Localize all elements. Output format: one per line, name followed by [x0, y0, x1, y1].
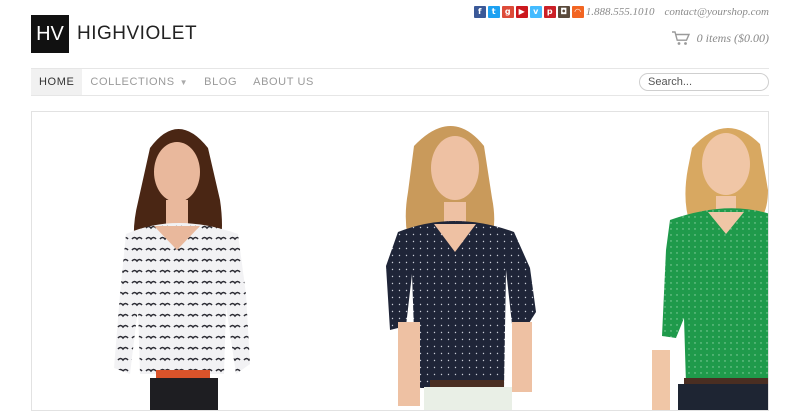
pinterest-icon[interactable]: p: [543, 6, 556, 18]
nav-item-collections[interactable]: COLLECTIONS ▼: [82, 69, 196, 95]
twitter-icon[interactable]: t: [487, 6, 500, 18]
cart-summary: 0 items ($0.00): [696, 31, 769, 45]
nav-item-label: ABOUT US: [253, 76, 314, 88]
rss-icon[interactable]: ◠: [571, 6, 584, 18]
model-photo-2: [386, 126, 536, 410]
nav-item-label: COLLECTIONS: [90, 76, 175, 88]
instagram-icon[interactable]: ◘: [557, 6, 570, 18]
hero-slider[interactable]: [31, 111, 769, 411]
social-links: f t g ▶ v p ◘ ◠: [473, 6, 584, 18]
logo-mark: HV: [31, 15, 69, 53]
logo-name: HIGHVIOLET: [77, 23, 198, 44]
contact-email-link[interactable]: contact@yourshop.com: [664, 6, 769, 18]
cart-icon: [671, 31, 690, 45]
nav-item-about-us[interactable]: ABOUT US: [245, 69, 322, 95]
google-plus-icon[interactable]: g: [501, 6, 514, 18]
cart-link[interactable]: 0 items ($0.00): [671, 31, 769, 46]
nav-item-blog[interactable]: BLOG: [196, 69, 245, 95]
model-photo-3: [652, 127, 768, 410]
youtube-icon[interactable]: ▶: [515, 6, 528, 18]
facebook-icon[interactable]: f: [473, 6, 486, 18]
model-photo-1: [114, 129, 250, 410]
main-nav: HOME COLLECTIONS ▼ BLOG ABOUT US: [31, 68, 769, 96]
site-logo[interactable]: HV HIGHVIOLET: [31, 15, 197, 53]
vimeo-icon[interactable]: v: [529, 6, 542, 18]
header-topbar: f t g ▶ v p ◘ ◠ 1.888.555.1010 contact@yourshop…: [473, 5, 769, 19]
search-input[interactable]: [639, 73, 769, 91]
chevron-down-icon: ▼: [179, 77, 189, 87]
nav-item-label: BLOG: [204, 76, 238, 88]
phone-number: 1.888.555.1010: [585, 6, 655, 18]
hero-slider-image: [114, 126, 768, 410]
nav-item-home[interactable]: HOME: [31, 69, 83, 95]
nav-item-label: HOME: [39, 76, 75, 88]
